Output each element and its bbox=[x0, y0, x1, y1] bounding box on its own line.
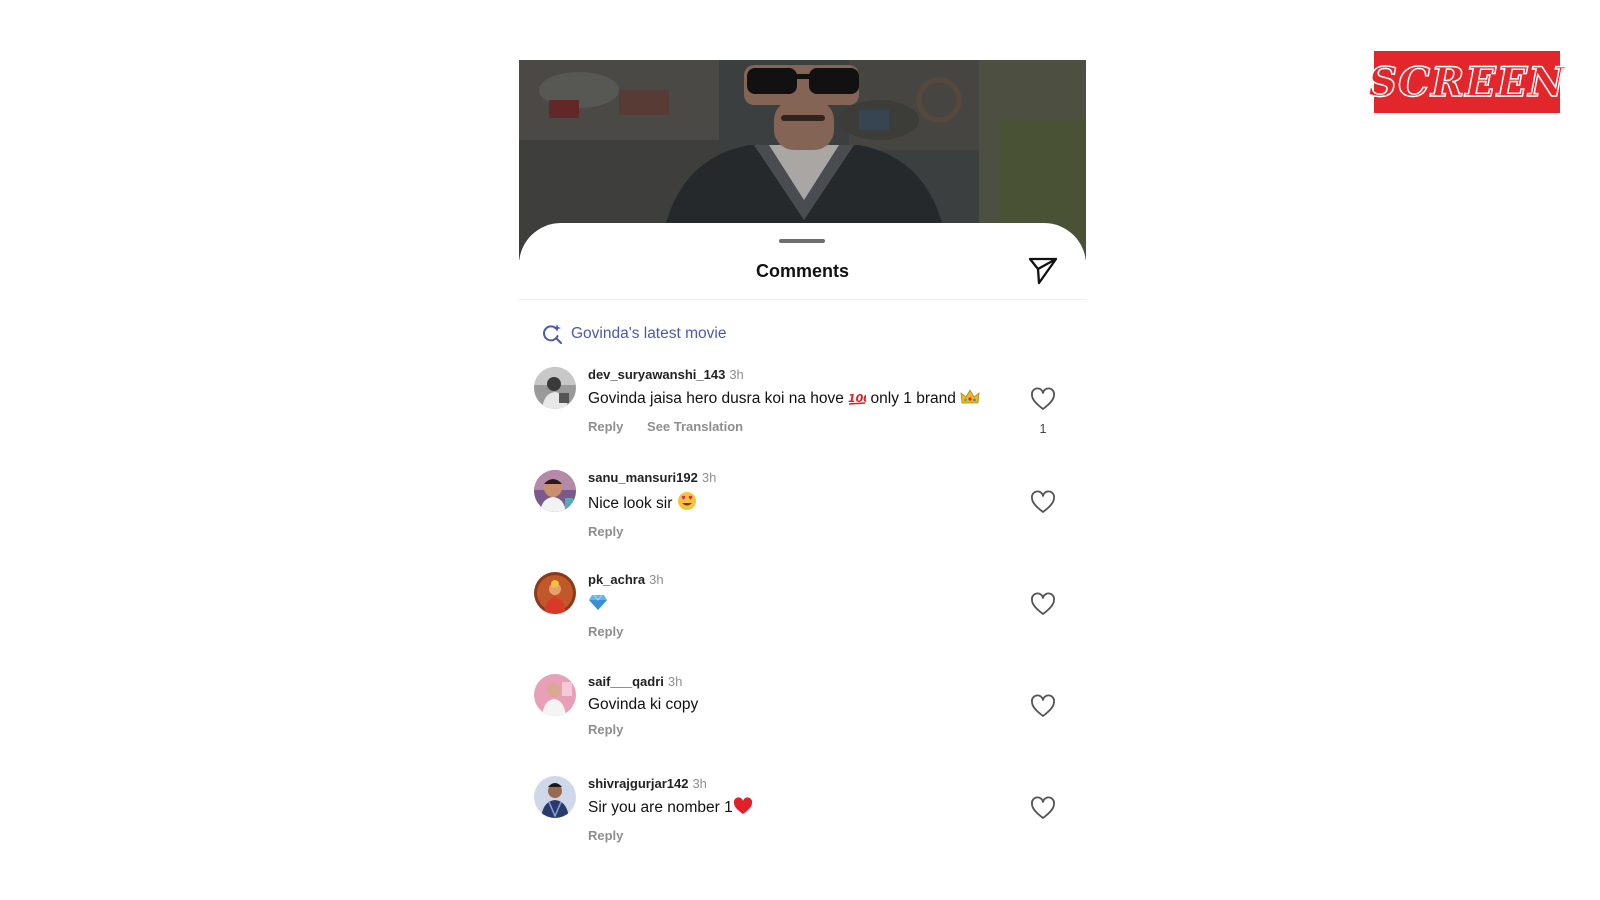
comment-text: Govinda ki copy bbox=[588, 695, 1008, 715]
screen-logo: SCREEN bbox=[1368, 51, 1566, 113]
comments-sheet: Comments Govinda's latest movie dev_sury… bbox=[519, 223, 1086, 846]
comment-item: shivrajgurjar142 3h Sir you are nomber 1 … bbox=[534, 776, 1074, 846]
hundred-points-icon: 100 bbox=[848, 390, 871, 412]
comment-body: shivrajgurjar142 3h Sir you are nomber 1 … bbox=[588, 776, 1008, 843]
gem-icon bbox=[588, 593, 608, 617]
reply-button[interactable]: Reply bbox=[588, 624, 623, 639]
comment-body: pk_achra 3h Reply bbox=[588, 572, 1008, 639]
comment-body: dev_suryawanshi_143 3h Govinda jaisa hero… bbox=[588, 367, 1008, 434]
comment-item: dev_suryawanshi_143 3h Govinda jaisa hero… bbox=[534, 367, 1074, 447]
comment-username[interactable]: dev_suryawanshi_143 bbox=[588, 367, 725, 382]
comment-text: Sir you are nomber 1 bbox=[588, 797, 1008, 821]
avatar[interactable] bbox=[534, 776, 576, 818]
comment-body: sanu_mansuri192 3h Nice look sir Reply bbox=[588, 470, 1008, 539]
avatar[interactable] bbox=[534, 572, 576, 614]
comment-text bbox=[588, 593, 1008, 617]
see-translation-button[interactable]: See Translation bbox=[647, 419, 743, 434]
comment-text-part: Govinda jaisa hero dusra koi na hove bbox=[588, 390, 844, 407]
heart-icon[interactable] bbox=[1030, 592, 1056, 618]
comment-time: 3h bbox=[729, 367, 744, 382]
comment-time: 3h bbox=[701, 470, 717, 485]
search-sparkle-icon bbox=[541, 323, 563, 345]
comment-time: 3h bbox=[692, 776, 707, 791]
divider bbox=[519, 299, 1086, 300]
comment-body: saif___qadri 3h Govinda ki copy Reply bbox=[588, 674, 1008, 737]
red-heart-icon bbox=[733, 797, 753, 821]
comment-time: 3h bbox=[667, 674, 683, 689]
comment-username[interactable]: pk_achra bbox=[588, 572, 645, 587]
avatar[interactable] bbox=[534, 367, 576, 409]
comment-item: pk_achra 3h Reply bbox=[534, 572, 1074, 652]
heart-icon[interactable] bbox=[1030, 490, 1056, 516]
phone-screen: Comments Govinda's latest movie dev_sury… bbox=[519, 60, 1086, 846]
reply-button[interactable]: Reply bbox=[588, 722, 623, 737]
comment-username[interactable]: saif___qadri bbox=[588, 674, 664, 689]
comment-time: 3h bbox=[649, 572, 664, 587]
comment-text-part: Govinda ki copy bbox=[588, 696, 699, 713]
suggestion-text: Govinda's latest movie bbox=[571, 325, 727, 342]
comment-text-part: Nice look sir bbox=[588, 495, 673, 512]
heart-icon[interactable] bbox=[1030, 694, 1056, 720]
comment-text-part: only 1 brand bbox=[870, 390, 956, 407]
comment-item: saif___qadri 3h Govinda ki copy Reply bbox=[534, 674, 1074, 754]
logo-text: SCREEN bbox=[1368, 58, 1566, 107]
reply-button[interactable]: Reply bbox=[588, 828, 623, 843]
reply-button[interactable]: Reply bbox=[588, 524, 623, 539]
drag-handle[interactable] bbox=[779, 239, 825, 243]
comment-item: sanu_mansuri192 3h Nice look sir Reply bbox=[534, 470, 1074, 550]
comment-username[interactable]: sanu_mansuri192 bbox=[588, 470, 698, 485]
comment-text: Nice look sir bbox=[588, 491, 1008, 517]
like-count: 1 bbox=[1039, 422, 1047, 436]
avatar[interactable] bbox=[534, 674, 576, 716]
crown-icon bbox=[960, 388, 980, 412]
avatar[interactable] bbox=[534, 470, 576, 512]
reply-button[interactable]: Reply bbox=[588, 419, 623, 434]
heart-icon[interactable] bbox=[1030, 387, 1056, 413]
sheet-title: Comments bbox=[755, 261, 849, 281]
heart-eyes-icon bbox=[677, 491, 697, 517]
heart-icon[interactable] bbox=[1030, 796, 1056, 822]
comment-text: Govinda jaisa hero dusra koi na hove 100… bbox=[588, 388, 1008, 412]
paper-plane-icon[interactable] bbox=[1027, 254, 1059, 286]
comment-text-part: Sir you are nomber 1 bbox=[588, 799, 733, 816]
comment-username[interactable]: shivrajgurjar142 bbox=[588, 776, 688, 791]
search-suggestion[interactable]: Govinda's latest movie bbox=[541, 323, 726, 345]
